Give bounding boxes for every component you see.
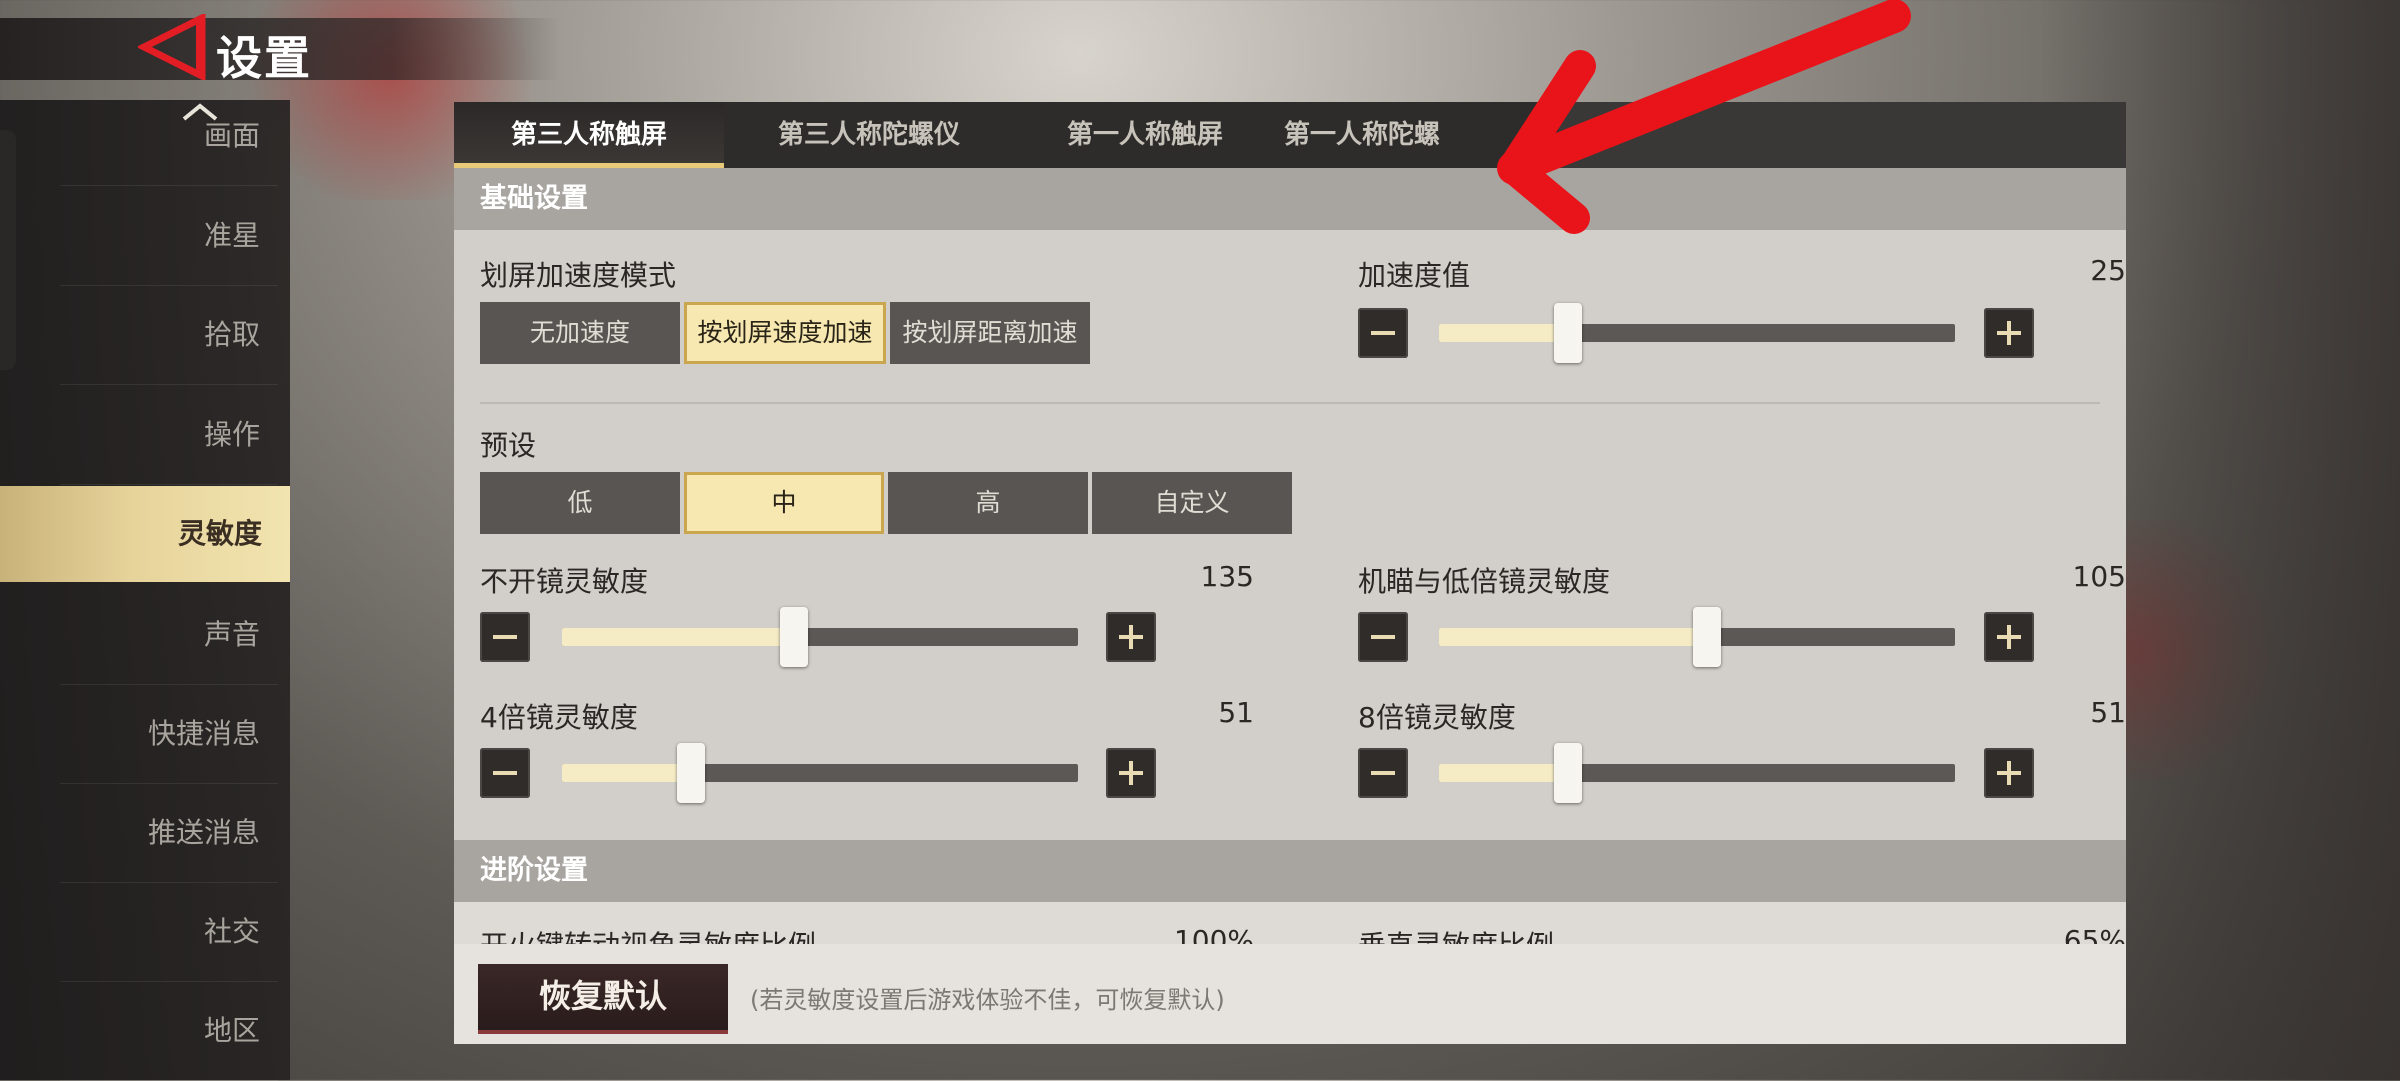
accel-mode-speed-button[interactable]: 按划屏速度加速 xyxy=(684,302,886,364)
slider-fill xyxy=(1439,628,1707,646)
no-scope-plus-button[interactable] xyxy=(1106,612,1156,662)
reset-hint-text: (若灵敏度设置后游戏体验不佳，可恢复默认) xyxy=(750,986,1225,1014)
slider-thumb[interactable] xyxy=(1693,607,1721,667)
scope-4x-slider[interactable] xyxy=(562,743,1078,803)
iron-sight-minus-button[interactable] xyxy=(1358,612,1408,662)
sidebar-item-sound[interactable]: 声音 xyxy=(60,585,278,685)
scope-4x-label: 4倍镜灵敏度 xyxy=(480,701,638,734)
sidebar-item-sensitivity[interactable]: 灵敏度 xyxy=(0,486,290,582)
tab-first-person-touch[interactable]: 第一人称触屏 xyxy=(1010,102,1280,168)
plus-icon xyxy=(1997,625,2021,649)
scope-4x-readout: 51 xyxy=(1218,696,1254,729)
scope-4x-minus-button[interactable] xyxy=(480,748,530,798)
sidebar-item-region[interactable]: 地区 xyxy=(60,981,278,1081)
accel-plus-button[interactable] xyxy=(1984,308,2034,358)
no-scope-slider[interactable] xyxy=(562,607,1078,667)
iron-sight-plus-button[interactable] xyxy=(1984,612,2034,662)
accel-mode-none-button[interactable]: 无加速度 xyxy=(480,302,680,364)
minus-icon xyxy=(1371,635,1395,639)
no-scope-label: 不开镜灵敏度 xyxy=(480,565,649,598)
divider xyxy=(480,402,2100,404)
settings-body: 划屏加速度模式 无加速度 按划屏速度加速 按划屏距离加速 加速度值 25 预设 … xyxy=(454,230,2126,942)
slider-thumb[interactable] xyxy=(780,607,808,667)
sidebar-item-quick-messages[interactable]: 快捷消息 xyxy=(60,684,278,784)
fire-ratio-label: 开火键转动视角灵敏度比例 xyxy=(480,924,816,944)
tab-third-person-gyro[interactable]: 第三人称陀螺仪 xyxy=(734,102,1004,168)
section-advanced-header: 进阶设置 xyxy=(454,840,2126,902)
no-scope-readout: 135 xyxy=(1200,560,1254,593)
slider-fill xyxy=(1439,764,1568,782)
scope-4x-plus-button[interactable] xyxy=(1106,748,1156,798)
minus-icon xyxy=(493,635,517,639)
iron-sight-readout: 105 xyxy=(2072,560,2126,593)
plus-icon xyxy=(1119,761,1143,785)
plus-icon xyxy=(1997,321,2021,345)
scope-8x-readout: 51 xyxy=(2090,696,2126,729)
tab-third-person-touch[interactable]: 第三人称触屏 xyxy=(454,102,724,168)
fire-ratio-readout: 100% xyxy=(1173,924,1254,944)
preset-low-button[interactable]: 低 xyxy=(480,472,680,534)
sidebar-item-controls[interactable]: 操作 xyxy=(60,385,278,485)
accel-value-readout: 25 xyxy=(2090,254,2126,287)
scope-8x-label: 8倍镜灵敏度 xyxy=(1358,701,1516,734)
advanced-row-clip: 开火键转动视角灵敏度比例 100% 垂直灵敏度比例 65% xyxy=(454,902,2126,944)
vertical-ratio-readout: 65% xyxy=(2063,924,2126,944)
accel-minus-button[interactable] xyxy=(1358,308,1408,358)
accel-mode-distance-button[interactable]: 按划屏距离加速 xyxy=(890,302,1090,364)
sidebar-edge xyxy=(0,130,16,370)
reset-default-button[interactable]: 恢复默认 xyxy=(478,964,728,1034)
sidebar-item-crosshair[interactable]: 准星 xyxy=(60,186,278,286)
iron-sight-slider[interactable] xyxy=(1439,607,1955,667)
back-arrow-icon[interactable] xyxy=(138,14,208,80)
accel-slider[interactable] xyxy=(1439,303,1955,363)
minus-icon xyxy=(1371,771,1395,775)
slider-fill xyxy=(562,628,794,646)
preset-medium-button[interactable]: 中 xyxy=(684,472,884,534)
sidebar-item-pickup[interactable]: 拾取 xyxy=(60,285,278,385)
iron-sight-label: 机瞄与低倍镜灵敏度 xyxy=(1358,565,1611,598)
preset-custom-button[interactable]: 自定义 xyxy=(1092,472,1292,534)
annotation-arrow-icon xyxy=(1497,0,1911,234)
plus-icon xyxy=(1997,761,2021,785)
slider-thumb[interactable] xyxy=(1554,743,1582,803)
sidebar-item-display[interactable]: 画面 xyxy=(60,86,278,186)
slider-thumb[interactable] xyxy=(677,743,705,803)
no-scope-minus-button[interactable] xyxy=(480,612,530,662)
scope-8x-slider[interactable] xyxy=(1439,743,1955,803)
panel-footer: 恢复默认 (若灵敏度设置后游戏体验不佳，可恢复默认) xyxy=(454,944,2126,1044)
slider-fill xyxy=(1439,324,1568,342)
plus-icon xyxy=(1119,625,1143,649)
accel-value-label: 加速度值 xyxy=(1358,259,1471,292)
scope-8x-minus-button[interactable] xyxy=(1358,748,1408,798)
preset-label: 预设 xyxy=(480,429,537,462)
page-title: 设置 xyxy=(216,31,312,85)
minus-icon xyxy=(1371,331,1395,335)
sidebar-item-push-messages[interactable]: 推送消息 xyxy=(60,783,278,883)
sidebar-item-social[interactable]: 社交 xyxy=(60,882,278,982)
accel-mode-label: 划屏加速度模式 xyxy=(480,259,677,292)
vertical-ratio-label: 垂直灵敏度比例 xyxy=(1358,924,1554,944)
preset-high-button[interactable]: 高 xyxy=(888,472,1088,534)
scope-8x-plus-button[interactable] xyxy=(1984,748,2034,798)
slider-fill xyxy=(562,764,691,782)
minus-icon xyxy=(493,771,517,775)
slider-thumb[interactable] xyxy=(1554,303,1582,363)
